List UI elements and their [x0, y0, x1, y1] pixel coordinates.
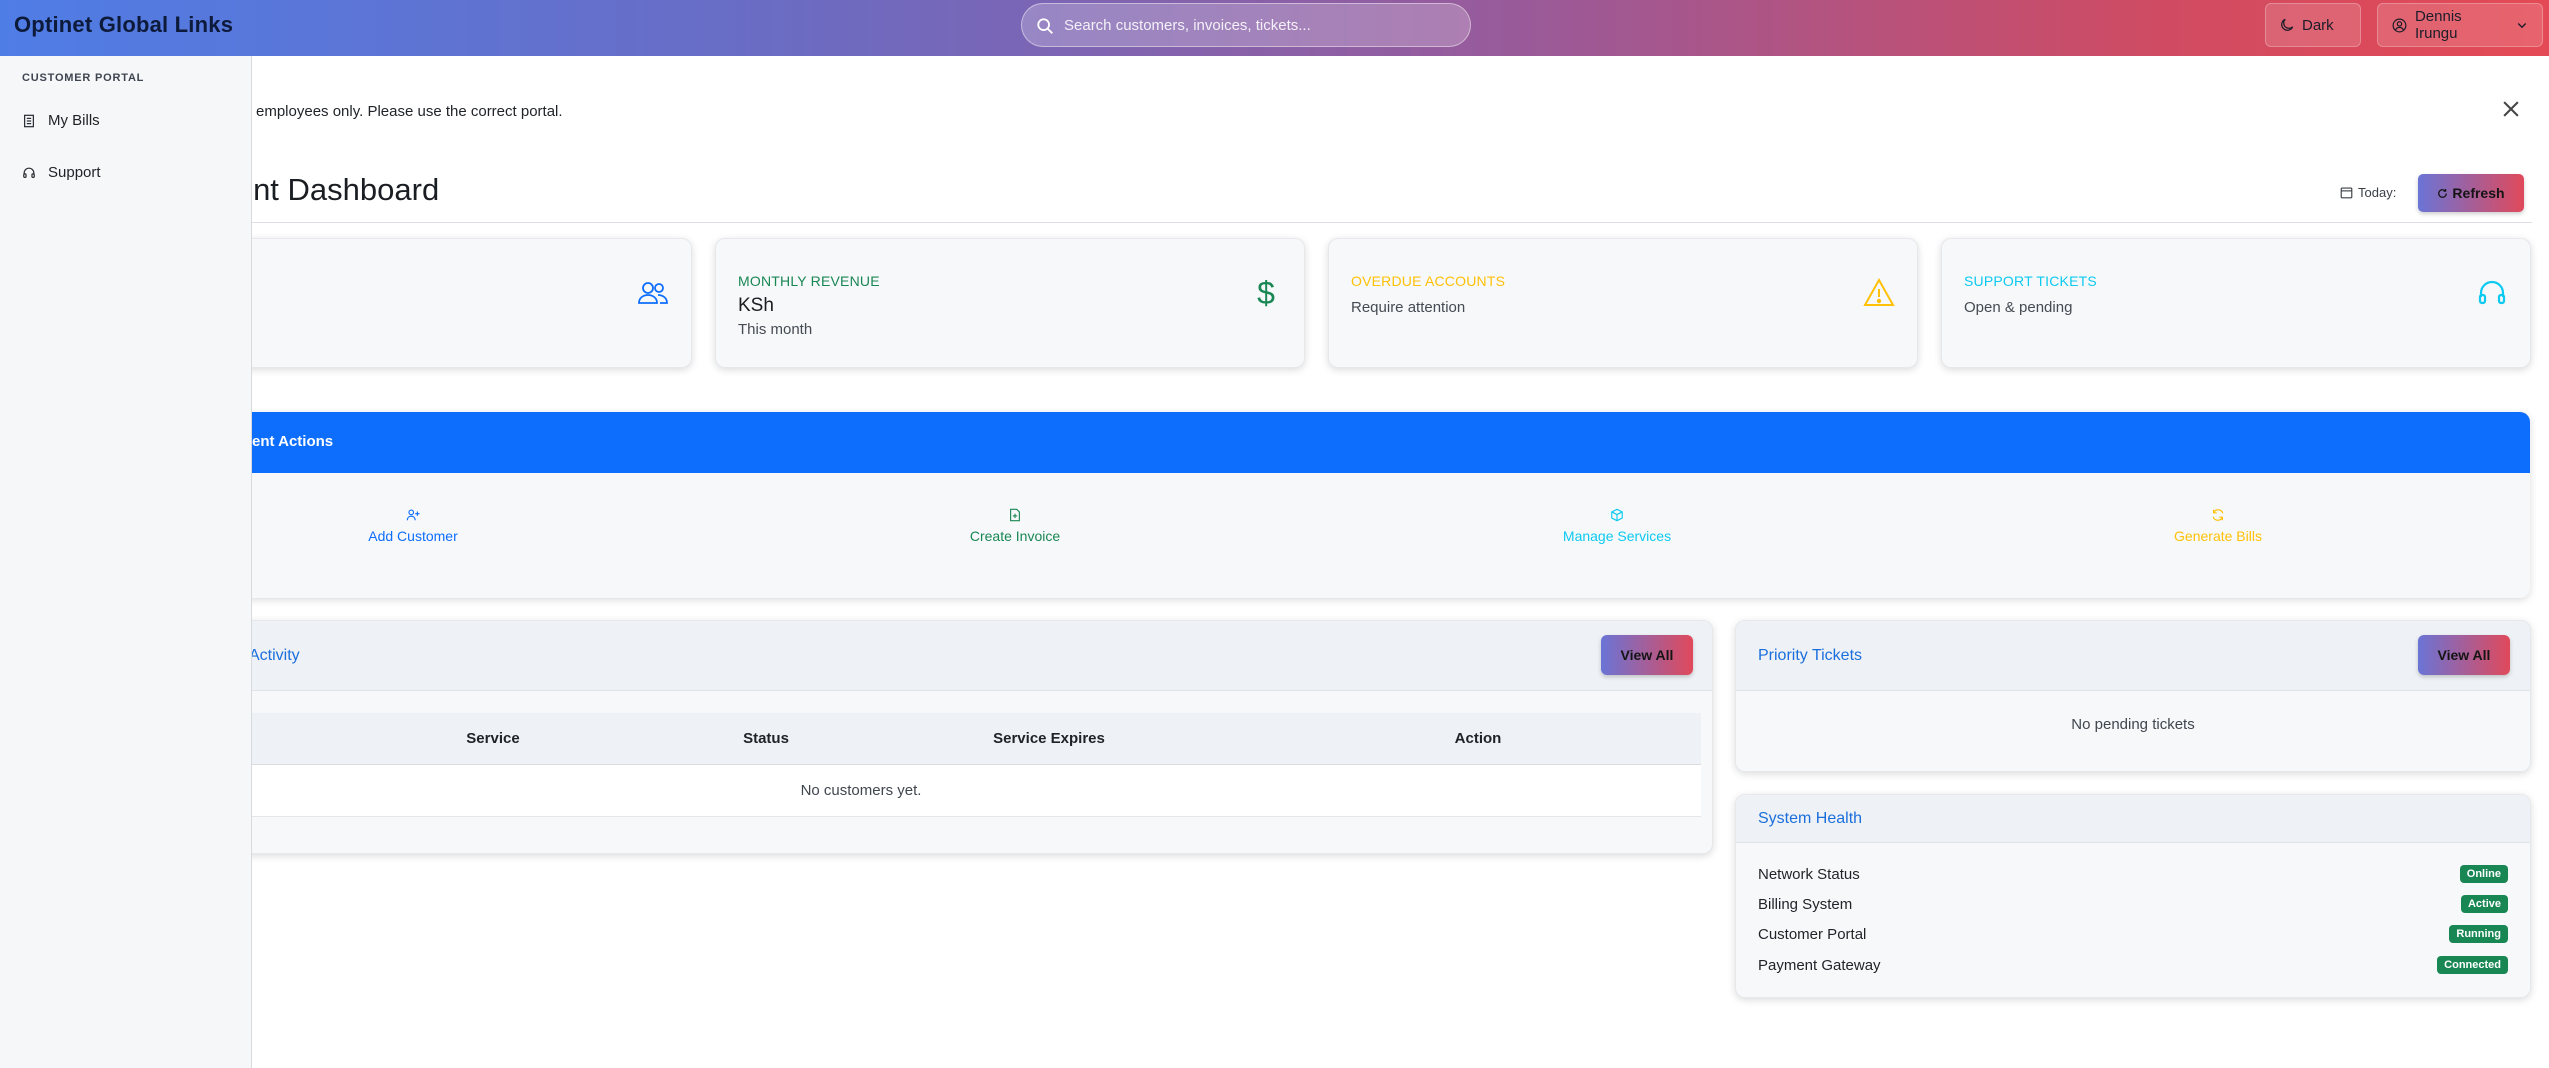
tickets-view-all-button[interactable]: View All — [2418, 635, 2510, 675]
box-icon — [1611, 508, 1623, 522]
refresh-label: Refresh — [2452, 185, 2505, 201]
sidebar-item-label: My Bills — [48, 112, 100, 129]
search-icon — [1037, 18, 1053, 34]
refresh-button[interactable]: Refresh — [2418, 174, 2524, 212]
recent-activity-title: Activity — [249, 647, 300, 664]
quick-actions-header: ent Actions — [210, 412, 2530, 473]
health-name: Network Status — [1758, 865, 1860, 883]
sidebar-heading: CUSTOMER PORTAL — [22, 72, 145, 84]
headset-icon — [2478, 280, 2506, 305]
priority-tickets-title: Priority Tickets — [1758, 647, 1863, 664]
chevron-down-icon — [2517, 23, 2527, 29]
health-name: Payment Gateway — [1758, 956, 1881, 974]
recent-activity-panel: Activity View All Service Status Service… — [140, 620, 1713, 854]
stat-label: SUPPORT TICKETS — [1964, 273, 2097, 289]
moon-icon — [2281, 18, 2294, 31]
table-header: Service Status Service Expires Action — [141, 713, 1701, 765]
warning-icon — [1863, 277, 1895, 306]
sidebar-item-label: Support — [48, 164, 101, 181]
search-input[interactable] — [1064, 12, 1454, 38]
top-navbar: Optinet Global Links Dark Dennis Irungu — [0, 0, 2549, 56]
empty-table-message: No customers yet. — [800, 782, 922, 799]
health-row-billing: Billing System Active — [1758, 893, 2508, 915]
column-header-service-expires: Service Expires — [993, 730, 1105, 747]
stat-card-overdue: OVERDUE ACCOUNTS Require attention — [1328, 238, 1918, 368]
stat-sub: Require attention — [1351, 299, 1466, 316]
stat-sub: Open & pending — [1964, 299, 2073, 316]
status-badge: Active — [2460, 895, 2508, 913]
priority-tickets-header: Priority Tickets View All — [1736, 621, 2530, 691]
refresh-icon — [2438, 188, 2448, 198]
health-name: Customer Portal — [1758, 925, 1867, 943]
stat-value: KSh — [738, 295, 774, 316]
headset-icon — [23, 167, 35, 178]
no-tickets-message: No pending tickets — [2071, 716, 2195, 733]
system-health-panel: System Health Network Status Online Bill… — [1735, 794, 2531, 998]
health-row-portal: Customer Portal Running — [1758, 923, 2508, 945]
view-all-label: View All — [1620, 647, 1674, 663]
status-badge: Running — [2449, 925, 2508, 943]
add-customer-action[interactable]: Add Customer — [323, 508, 503, 544]
dollar-icon: $ — [1257, 275, 1275, 311]
health-name: Billing System — [1758, 895, 1853, 913]
header-divider — [252, 222, 2532, 223]
alert-message: employees only. Please use the correct p… — [256, 103, 563, 120]
quick-actions-title: ent Actions — [252, 433, 334, 450]
sidebar-item-my-bills[interactable]: My Bills — [22, 112, 100, 129]
health-row-network: Network Status Online — [1758, 863, 2508, 885]
theme-toggle-label: Dark — [2302, 16, 2334, 34]
user-circle-icon — [2392, 18, 2407, 32]
system-health-header: System Health — [1736, 795, 2530, 843]
action-label: Create Invoice — [969, 528, 1061, 544]
create-invoice-action[interactable]: Create Invoice — [925, 508, 1105, 544]
close-icon[interactable] — [2500, 98, 2522, 120]
user-name: Dennis Irungu — [2414, 8, 2462, 42]
search-box[interactable] — [1021, 3, 1471, 47]
column-header-status: Status — [743, 730, 789, 747]
stat-card-revenue: MONTHLY REVENUE KSh This month $ — [715, 238, 1305, 368]
view-all-label: View All — [2437, 647, 2491, 663]
sidebar-item-support[interactable]: Support — [22, 164, 101, 181]
today-label: Today: — [2358, 185, 2397, 200]
system-health-title: System Health — [1758, 810, 1863, 827]
activity-view-all-button[interactable]: View All — [1601, 635, 1693, 675]
column-header-action: Action — [1454, 730, 1502, 747]
status-badge: Online — [2459, 865, 2508, 883]
stat-label: OVERDUE ACCOUNTS — [1351, 273, 1506, 289]
sidebar: CUSTOMER PORTAL My Bills Support — [0, 56, 252, 1068]
receipt-icon — [24, 114, 34, 127]
status-badge: Connected — [2437, 956, 2508, 974]
quick-actions-card: ent Actions Add Customer Create Invoice … — [210, 412, 2530, 598]
recent-activity-header: Activity View All — [141, 621, 1712, 691]
theme-toggle-button[interactable]: Dark — [2265, 3, 2361, 47]
person-plus-icon — [406, 509, 420, 521]
calendar-icon — [2340, 187, 2353, 199]
stat-card-support: SUPPORT TICKETS Open & pending — [1941, 238, 2531, 368]
manage-services-action[interactable]: Manage Services — [1527, 508, 1707, 544]
table-row: No customers yet. — [141, 765, 1701, 817]
action-label: Manage Services — [1562, 528, 1672, 544]
file-plus-icon — [1010, 508, 1020, 522]
user-menu-button[interactable]: Dennis Irungu — [2377, 3, 2543, 47]
brand-title[interactable]: Optinet Global Links — [14, 12, 233, 38]
arrow-repeat-icon — [2212, 509, 2224, 521]
generate-bills-action[interactable]: Generate Bills — [2128, 508, 2308, 544]
today-indicator: Today: — [2340, 185, 2396, 200]
people-icon — [638, 282, 668, 304]
action-label: Generate Bills — [2174, 528, 2262, 544]
column-header-service: Service — [466, 730, 520, 747]
stat-sub: This month — [738, 321, 813, 338]
action-label: Add Customer — [368, 528, 458, 544]
priority-tickets-panel: Priority Tickets View All No pending tic… — [1735, 620, 2531, 772]
health-row-payment: Payment Gateway Connected — [1758, 954, 2508, 976]
stat-label: MONTHLY REVENUE — [738, 273, 880, 289]
